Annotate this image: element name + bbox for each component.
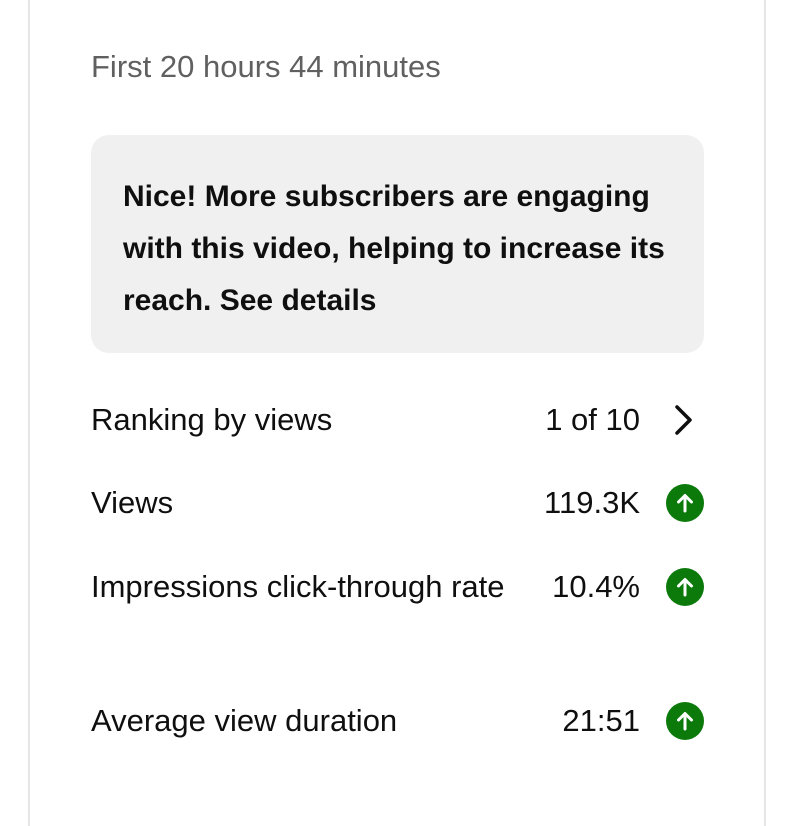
arrow-up-circle-icon [666, 568, 704, 606]
views-label: Views [91, 485, 174, 520]
chevron-right-icon[interactable] [666, 401, 704, 439]
avg-duration-row: Average view duration 21:51 [91, 695, 704, 747]
avg-duration-value: 21:51 [562, 703, 640, 738]
ctr-label: Impressions click-through rate [91, 569, 505, 604]
ctr-value: 10.4% [552, 569, 640, 604]
insight-text: Nice! More subscribers are engaging with… [123, 180, 665, 317]
arrow-up-circle-icon [666, 702, 704, 740]
ranking-label: Ranking by views [91, 402, 333, 437]
arrow-up-circle-icon [666, 484, 704, 522]
ctr-row: Impressions click-through rate 10.4% [91, 561, 704, 665]
ranking-row[interactable]: Ranking by views 1 of 10 [91, 394, 704, 446]
views-value: 119.3K [544, 485, 640, 520]
ranking-value: 1 of 10 [545, 402, 640, 437]
insight-callout[interactable]: Nice! More subscribers are engaging with… [91, 135, 704, 353]
avg-duration-label: Average view duration [91, 703, 398, 738]
period-subtitle: First 20 hours 44 minutes [91, 49, 441, 84]
views-row: Views 119.3K [91, 477, 704, 529]
